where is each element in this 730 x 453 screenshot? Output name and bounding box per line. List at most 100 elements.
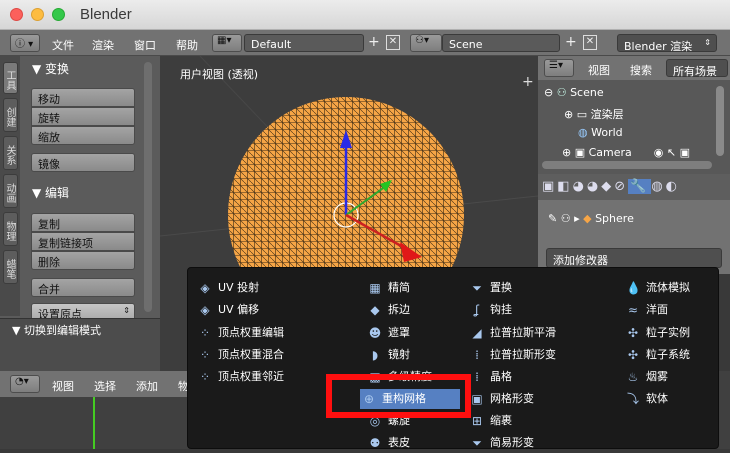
tab-relations[interactable]: 关系 — [3, 136, 18, 170]
menu-help[interactable]: 帮助 — [176, 37, 198, 53]
minimize-window-button[interactable] — [31, 8, 44, 21]
menu-item-edge-split[interactable]: ◆ 拆边 — [366, 300, 466, 320]
collapse-icon[interactable]: ⊖ — [544, 86, 557, 99]
remove-layout-icon[interactable]: ✕ — [386, 35, 400, 50]
edge-split-icon: ◆ — [370, 303, 380, 317]
timeline-header: ◔▾ 视图 选择 添加 物 — [0, 371, 190, 397]
scene-icon[interactable]: ⚇▾ — [410, 34, 442, 52]
vertex-weight-icon: ⁘ — [199, 370, 211, 384]
render-engine-select[interactable]: Blender 渲染 ⇕ — [617, 34, 717, 53]
menu-item-lattice[interactable]: ⁞ 晶格 — [468, 367, 598, 387]
info-icon: ⓘ ▾ — [15, 39, 34, 50]
modifier-wrench-icon[interactable]: 🔧 — [628, 179, 652, 194]
screen-layout-icon[interactable]: ▦▾ — [212, 34, 242, 52]
menu-item-laplacian-deform[interactable]: ⁞ 拉普拉斯形变 — [468, 345, 598, 365]
timeline-editor-type-icon[interactable]: ◔▾ — [10, 375, 40, 393]
tab-tools[interactable]: 工具 — [3, 62, 18, 94]
dropdown-arrows-icon: ⇕ — [704, 38, 711, 47]
timeline-menu-view[interactable]: 视图 — [52, 378, 74, 394]
scale-button[interactable]: 缩放 — [31, 126, 135, 145]
simple-deform-icon: ⏷ — [472, 436, 482, 450]
menu-item-smoke[interactable]: ♨ 烟雾 — [624, 367, 714, 387]
add-modifier-select[interactable]: 添加修改器 — [546, 248, 722, 268]
world-icon: ◍ — [578, 126, 592, 139]
duplicate-button[interactable]: 复制 — [31, 213, 135, 232]
menu-item-mirror[interactable]: ◗ 镜射 — [366, 345, 466, 365]
editor-type-button[interactable]: ⓘ ▾ — [10, 34, 40, 52]
outliner-item-renderlayers[interactable]: ⊕ ▭ 渲染层 — [564, 106, 624, 122]
join-button[interactable]: 合并 — [31, 278, 135, 297]
close-window-button[interactable] — [10, 8, 23, 21]
skin-icon: ⚉ — [369, 436, 381, 450]
menu-render[interactable]: 渲染 — [92, 37, 114, 53]
lattice-icon: ⁞ — [475, 370, 479, 384]
menu-item-particle-instance[interactable]: ✣ 粒子实例 — [624, 323, 714, 343]
outliner-scrollbar[interactable] — [716, 86, 724, 156]
menu-item-displace[interactable]: ⏷ 置换 — [468, 278, 598, 298]
menu-window[interactable]: 窗口 — [134, 37, 156, 53]
expand-icon[interactable]: ⊕ — [562, 146, 575, 159]
tab-physics[interactable]: 物理 — [3, 212, 18, 246]
menu-item-hook[interactable]: ʆ 钩挂 — [468, 300, 598, 320]
visibility-eye-icon[interactable]: ◉ ↖ ▣ — [654, 146, 690, 159]
remove-scene-icon[interactable]: ✕ — [583, 35, 597, 50]
tool-shelf-scrollbar[interactable] — [144, 62, 152, 312]
menu-item-vertex-weight-proximity[interactable]: ⁘ 顶点权重邻近 — [196, 367, 346, 387]
viewport-label: 用户视图 (透视) — [180, 68, 259, 81]
window-title: Blender — [80, 6, 132, 23]
delete-button[interactable]: 删除 — [31, 251, 135, 270]
menu-item-shrinkwrap[interactable]: ⊞ 缩裹 — [468, 411, 598, 431]
menu-item-skin[interactable]: ⚉ 表皮 — [366, 433, 466, 453]
scene-field[interactable]: Scene — [442, 34, 560, 52]
outliner-hscrollbar[interactable] — [542, 161, 712, 169]
properties-editor: ▣◧◕◕◆⊘ 🔧 ◍◐ ✎ ⚇ ▸ ◆ Sphere 添加修改器 — [538, 174, 730, 274]
soft-body-icon: ⤵ — [626, 392, 639, 406]
timeline-menu-select[interactable]: 选择 — [94, 378, 116, 394]
menu-item-soft-body[interactable]: ⤵ 软体 — [624, 389, 714, 409]
shrinkwrap-icon: ⊞ — [471, 414, 483, 428]
viewport-plus-icon: + — [522, 74, 534, 90]
menu-item-uv-project[interactable]: ◈ UV 投射 — [196, 278, 346, 298]
menu-item-mask[interactable]: ☻ 遮罩 — [366, 323, 466, 343]
tab-create[interactable]: 创建 — [3, 98, 18, 132]
outliner-item-world[interactable]: ◍ World — [578, 126, 623, 139]
pin-icon[interactable]: ✎ — [548, 212, 561, 225]
menu-item-fluid[interactable]: 💧 流体模拟 — [624, 278, 714, 298]
tab-animation[interactable]: 动画 — [3, 174, 18, 208]
transform-panel-header[interactable]: ▼ 变换 — [32, 60, 69, 77]
menu-item-particle-system[interactable]: ✣ 粒子系统 — [624, 345, 714, 365]
menu-item-mesh-deform[interactable]: ▣ 网格形变 — [468, 389, 598, 409]
add-scene-icon[interactable]: + — [565, 34, 579, 52]
expand-icon[interactable]: ⊕ — [564, 108, 577, 121]
menu-item-laplacian-smooth[interactable]: ◢ 拉普拉斯平滑 — [468, 323, 598, 343]
mirror-button[interactable]: 镜像 — [31, 153, 135, 172]
highlight-annotation — [326, 374, 471, 418]
dropdown-arrows-icon: ⇕ — [123, 306, 130, 315]
move-button[interactable]: 移动 — [31, 88, 135, 107]
cube-icon: ◆ — [583, 212, 596, 225]
menu-item-vertex-weight-mix[interactable]: ⁘ 顶点权重混合 — [196, 345, 346, 365]
toggle-edit-mode-header[interactable]: ▼ 切换到编辑模式 — [12, 322, 101, 338]
tab-grease-pencil[interactable]: 蜡笔 — [3, 250, 18, 284]
menu-item-ocean[interactable]: ≈ 洋面 — [624, 300, 714, 320]
outliner-menu-view[interactable]: 视图 — [588, 62, 610, 78]
add-layout-icon[interactable]: + — [368, 34, 382, 52]
rotate-button[interactable]: 旋转 — [31, 107, 135, 126]
screen-layout-field[interactable]: Default — [244, 34, 364, 52]
properties-context-icons[interactable]: ▣◧◕◕◆⊘ 🔧 ◍◐ — [542, 179, 680, 194]
outliner-item-scene[interactable]: ⊖ ⚇ Scene — [544, 86, 604, 99]
edit-panel-header[interactable]: ▼ 编辑 — [32, 184, 69, 201]
duplicate-linked-button[interactable]: 复制链接项 — [31, 232, 135, 251]
timeline-menu-add[interactable]: 添加 — [136, 378, 158, 394]
outliner-filter-select[interactable]: 所有场景 — [666, 59, 728, 78]
menu-item-uv-warp[interactable]: ◈ UV 偏移 — [196, 300, 346, 320]
outliner-menu-search[interactable]: 搜索 — [630, 62, 652, 78]
menu-file[interactable]: 文件 — [52, 37, 74, 53]
menu-item-simple-deform[interactable]: ⏷ 简易形变 — [468, 433, 598, 453]
outliner-editor-type-icon[interactable]: ☰▾ — [544, 59, 574, 77]
menu-item-vertex-weight-edit[interactable]: ⁘ 顶点权重编辑 — [196, 323, 346, 343]
menu-item-decimate[interactable]: ▦ 精简 — [366, 278, 466, 298]
outliner-item-camera[interactable]: ⊕ ▣ Camera ◉ ↖ ▣ — [562, 146, 690, 162]
zoom-window-button[interactable] — [52, 8, 65, 21]
current-frame-line[interactable] — [93, 397, 95, 449]
